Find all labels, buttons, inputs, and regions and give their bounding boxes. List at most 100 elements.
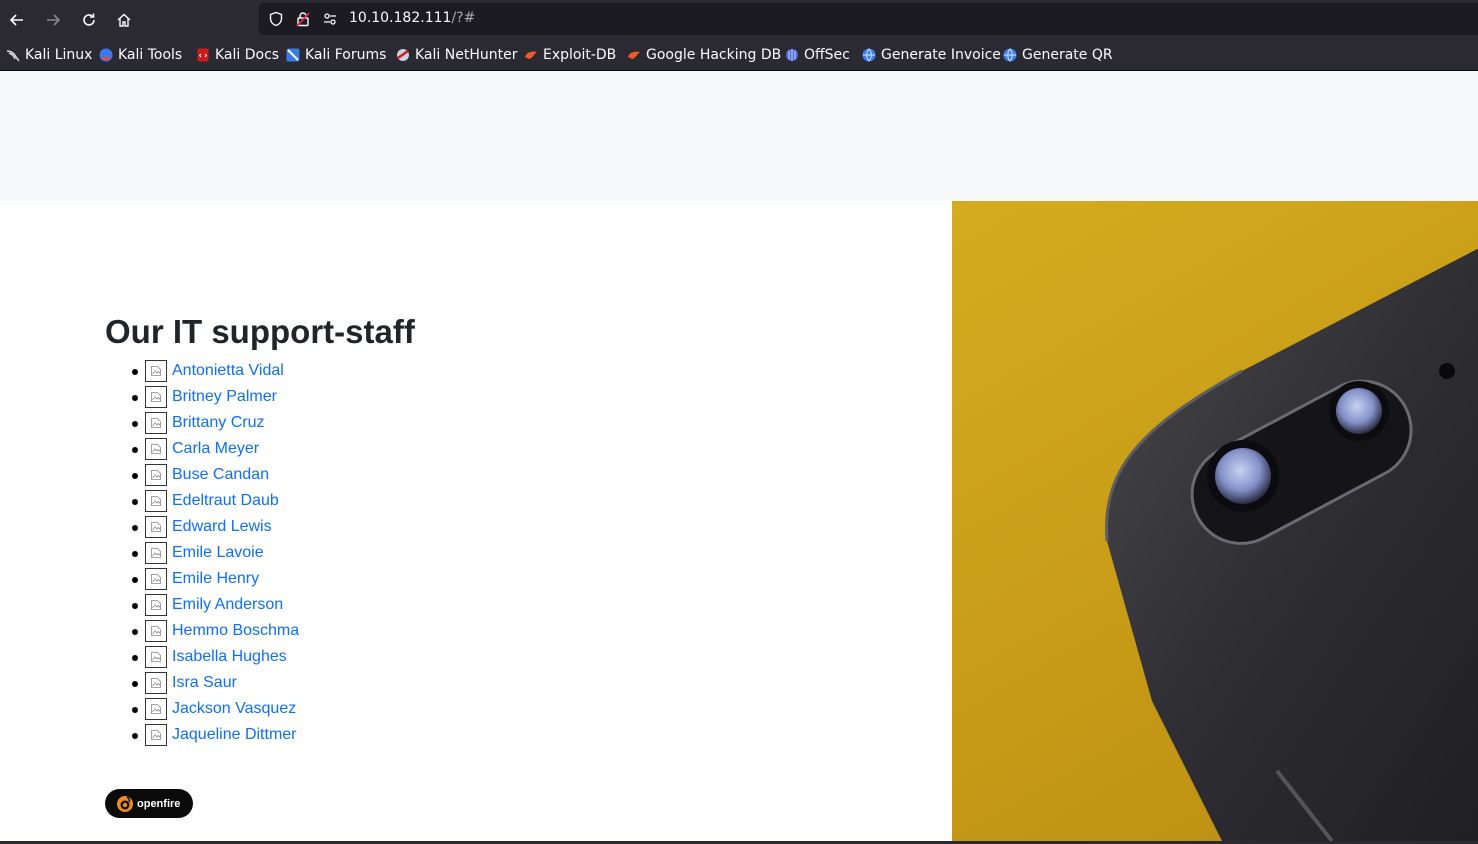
staff-link-edward-lewis[interactable]: Edward Lewis [172,518,272,536]
bookmark-label: Kali Forums [305,47,387,63]
broken-image-icon [145,386,167,408]
browser-toolbar: 10.10.182.111/?# [0,0,1478,39]
list-bullet [132,473,138,479]
reload-button[interactable] [76,7,102,33]
staff-item: Jaqueline Dittmer [105,722,299,748]
list-bullet [132,655,138,661]
bookmark-label: Generate QR [1022,47,1113,63]
page-title: Our IT support-staff [105,313,415,350]
globe-icon [862,48,876,62]
bookmark-kali-docs[interactable]: Kali Docs [196,45,279,65]
staff-link-antonietta-vidal[interactable]: Antonietta Vidal [172,362,284,380]
bookmark-google-hacking-db[interactable]: Google Hacking DB [627,45,781,65]
bookmark-label: Kali Docs [215,47,280,63]
list-bullet [132,733,138,739]
ghdb-icon [628,51,640,59]
staff-link-emily-anderson[interactable]: Emily Anderson [172,596,283,614]
offsec-icon [786,49,798,61]
url-text[interactable]: 10.10.182.111/?# [349,10,475,26]
staff-link-isra-saur[interactable]: Isra Saur [172,674,237,692]
page-content: Our IT support-staff Antonietta Vidal Br… [0,71,1478,841]
staff-link-jaqueline-dittmer[interactable]: Jaqueline Dittmer [172,726,297,744]
staff-link-hemmo-boschma[interactable]: Hemmo Boschma [172,622,299,640]
staff-item: Emile Lavoie [105,540,299,566]
bookmark-label: Google Hacking DB [646,47,782,63]
bookmark-exploit-db[interactable]: Exploit-DB [524,45,616,65]
home-button[interactable] [111,7,137,33]
bookmarks-toolbar: Kali Linux Kali Tools Kali Docs Kali For… [0,39,1478,71]
staff-link-buse-candan[interactable]: Buse Candan [172,466,269,484]
bookmark-kali-linux[interactable]: Kali Linux [6,45,92,65]
staff-link-isabella-hughes[interactable]: Isabella Hughes [172,648,287,666]
bookmark-label: Exploit-DB [543,47,617,63]
globe-icon [1003,48,1017,62]
staff-link-emile-lavoie[interactable]: Emile Lavoie [172,544,264,562]
bookmark-generate-invoice[interactable]: Generate Invoice [862,45,1001,65]
url-host: 10.10.182.111 [349,10,452,26]
bookmark-kali-forums[interactable]: Kali Forums [286,45,386,65]
kali-dragon-icon [6,50,20,62]
back-arrow-icon [9,14,23,26]
forward-button[interactable] [40,7,66,33]
broken-image-icon [145,412,167,434]
kali-tools-icon [99,48,113,62]
list-bullet [132,681,138,687]
bookmark-label: Kali NetHunter [415,47,518,63]
list-bullet [132,603,138,609]
list-bullet [132,551,138,557]
broken-image-icon [145,360,167,382]
insecure-lock-icon[interactable] [295,11,311,27]
home-icon [117,13,131,27]
staff-link-carla-meyer[interactable]: Carla Meyer [172,440,259,458]
staff-link-edeltraut-daub[interactable]: Edeltraut Daub [172,492,279,510]
staff-item: Edeltraut Daub [105,488,299,514]
bookmark-label: Generate Invoice [881,47,1001,63]
tracking-protection-shield-icon[interactable] [268,11,284,27]
staff-link-emile-henry[interactable]: Emile Henry [172,570,259,588]
list-bullet [132,369,138,375]
staff-item: Isabella Hughes [105,644,299,670]
staff-link-britney-palmer[interactable]: Britney Palmer [172,388,277,406]
bookmark-kali-tools[interactable]: Kali Tools [99,45,182,65]
list-bullet [132,499,138,505]
broken-image-icon [145,490,167,512]
url-path: /?# [451,10,476,26]
address-bar[interactable]: 10.10.182.111/?# [259,3,1478,35]
list-bullet [132,395,138,401]
broken-image-icon [145,724,167,746]
hero-phone-image [952,201,1478,841]
staff-item: Emile Henry [105,566,299,592]
staff-item: Brittany Cruz [105,410,299,436]
staff-link-brittany-cruz[interactable]: Brittany Cruz [172,414,264,432]
list-bullet [132,447,138,453]
page-header-band [0,71,1478,201]
staff-item: Emily Anderson [105,592,299,618]
staff-list: Antonietta Vidal Britney Palmer Brittany… [105,358,299,748]
staff-item: Edward Lewis [105,514,299,540]
broken-image-icon [145,646,167,668]
list-bullet [132,629,138,635]
list-bullet [132,525,138,531]
broken-image-icon [145,594,167,616]
permissions-icon[interactable] [322,11,338,27]
broken-image-icon [145,698,167,720]
kali-docs-icon [197,48,209,62]
kali-forums-icon [286,48,300,62]
openfire-badge[interactable]: openfire [105,789,193,818]
back-button[interactable] [4,7,30,33]
exploit-db-icon [525,51,537,59]
bookmark-kali-nethunter[interactable]: Kali NetHunter [396,45,517,65]
broken-image-icon [145,438,167,460]
staff-item: Isra Saur [105,670,299,696]
list-bullet [132,421,138,427]
bookmark-label: OffSec [804,47,850,63]
bookmark-offsec[interactable]: OffSec [785,45,850,65]
broken-image-icon [145,542,167,564]
forward-arrow-icon [47,14,61,26]
staff-item: Jackson Vasquez [105,696,299,722]
staff-link-jackson-vasquez[interactable]: Jackson Vasquez [172,700,296,718]
bookmark-generate-qr[interactable]: Generate QR [1003,45,1113,65]
list-bullet [132,577,138,583]
broken-image-icon [145,672,167,694]
staff-item: Carla Meyer [105,436,299,462]
